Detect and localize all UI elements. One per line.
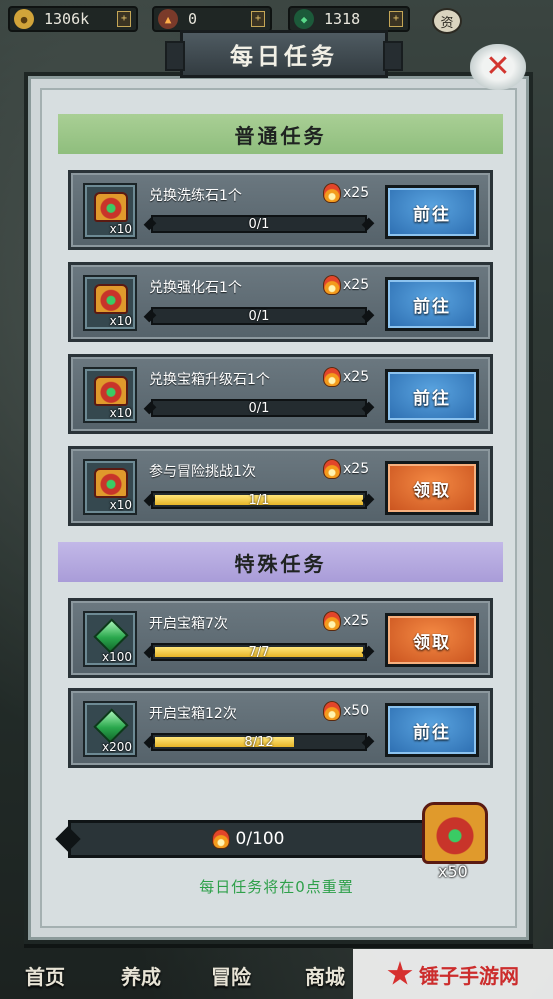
flame-icon	[323, 459, 341, 479]
coin-icon: ●	[14, 9, 34, 29]
item-qty: x10	[109, 222, 132, 236]
chest-icon	[94, 376, 128, 406]
flame-icon	[323, 183, 341, 203]
special-tasks-header: 特殊任务	[58, 542, 503, 582]
go-button[interactable]: 前往	[385, 185, 479, 239]
coin-value: 1306k	[44, 10, 90, 28]
dialog-title-plate: 每日任务	[165, 30, 403, 78]
total-reward-chest[interactable]: x50	[416, 796, 496, 886]
task-reward: x50	[323, 701, 369, 721]
task-progress-bar: 1/1	[151, 491, 367, 509]
nav-adventure[interactable]: 冒险	[196, 961, 266, 997]
reward-item[interactable]: x10	[83, 367, 137, 423]
task-progress-bar: 7/7	[151, 643, 367, 661]
go-button[interactable]: 前往	[385, 369, 479, 423]
gem-icon: ◆	[294, 9, 314, 29]
chest-icon	[94, 468, 128, 498]
progress-text: 7/7	[248, 644, 270, 660]
item-qty: x100	[101, 650, 132, 664]
reward-qty: x25	[343, 613, 370, 629]
flame-icon	[323, 611, 341, 631]
reward-item[interactable]: x100	[83, 611, 137, 667]
task-card: x10 参与冒险挑战1次 x25 1/1 领取	[68, 446, 493, 526]
chest-icon	[422, 802, 488, 864]
reward-qty: x25	[343, 461, 370, 477]
gem-value: 1318	[324, 10, 361, 28]
go-button[interactable]: 前往	[385, 703, 479, 757]
fire-value: 0	[188, 10, 198, 28]
flame-icon	[323, 367, 341, 387]
task-reward: x25	[323, 611, 369, 631]
close-icon: ✕	[485, 49, 511, 84]
reward-item[interactable]: x200	[83, 701, 137, 757]
task-reward: x25	[323, 459, 369, 479]
watermark-text: 锤子手游网	[419, 963, 519, 988]
task-name: 开启宝箱7次	[149, 616, 228, 632]
chest-icon	[94, 192, 128, 222]
chest-icon	[94, 284, 128, 314]
task-card: x10 兑换强化石1个 x25 0/1 前往	[68, 262, 493, 342]
gem-counter: ◆ 1318 +	[288, 6, 410, 32]
reset-note: 每日任务将在0点重置	[199, 878, 354, 896]
task-reward: x25	[323, 183, 369, 203]
flame-icon	[323, 701, 341, 721]
dialog-title: 每日任务	[230, 44, 338, 70]
watermark-logo: 锤子手游网	[353, 949, 553, 999]
flame-icon: ▲	[158, 9, 178, 29]
claim-button[interactable]: 领取	[385, 461, 479, 515]
reward-qty: x25	[343, 369, 370, 385]
progress-text: 0/1	[248, 216, 270, 232]
nav-shop[interactable]: 商城	[290, 961, 360, 997]
task-progress-bar: 0/1	[151, 307, 367, 325]
nav-home[interactable]: 首页	[10, 961, 80, 997]
total-progress-bar: 0/100	[68, 820, 428, 858]
task-progress-bar: 0/1	[151, 399, 367, 417]
close-button[interactable]: ✕	[470, 44, 526, 90]
task-reward: x25	[323, 367, 369, 387]
coin-add-button[interactable]: +	[117, 11, 131, 27]
item-qty: x200	[101, 740, 132, 754]
item-qty: x10	[109, 314, 132, 328]
claim-button[interactable]: 领取	[385, 613, 479, 667]
go-button[interactable]: 前往	[385, 277, 479, 331]
total-progress-text: 0/100	[235, 829, 285, 849]
item-qty: x10	[109, 406, 132, 420]
task-name: 兑换强化石1个	[149, 280, 242, 296]
reward-item[interactable]: x10	[83, 459, 137, 515]
task-name: 参与冒险挑战1次	[149, 464, 256, 480]
task-progress-bar: 8/12	[151, 733, 367, 751]
reward-qty: x50	[343, 703, 370, 719]
gem-icon	[93, 708, 129, 744]
item-qty: x10	[109, 498, 132, 512]
progress-text: 8/12	[244, 734, 274, 750]
reward-qty: x25	[343, 277, 370, 293]
normal-tasks-header: 普通任务	[58, 114, 503, 154]
resource-bar: ● 1306k + ▲ 0 + ◆ 1318 + 资	[0, 4, 553, 34]
task-reward: x25	[323, 275, 369, 295]
task-card: x10 兑换洗练石1个 x25 0/1 前往	[68, 170, 493, 250]
flame-icon	[211, 829, 230, 849]
gem-add-button[interactable]: +	[389, 11, 403, 27]
task-card: x100 开启宝箱7次 x25 7/7 领取	[68, 598, 493, 678]
fire-add-button[interactable]: +	[251, 11, 265, 27]
progress-text: 0/1	[248, 400, 270, 416]
progress-text: 0/1	[248, 308, 270, 324]
task-name: 兑换洗练石1个	[149, 188, 242, 204]
fire-counter: ▲ 0 +	[152, 6, 272, 32]
task-name: 兑换宝箱升级石1个	[149, 372, 270, 388]
task-card: x10 兑换宝箱升级石1个 x25 0/1 前往	[68, 354, 493, 434]
gem-icon	[93, 618, 129, 654]
coin-counter: ● 1306k +	[8, 6, 138, 32]
task-progress-bar: 0/1	[151, 215, 367, 233]
resource-badge[interactable]: 资	[432, 8, 462, 34]
reward-qty: x25	[343, 185, 370, 201]
progress-text: 1/1	[248, 492, 270, 508]
nav-train[interactable]: 养成	[106, 961, 176, 997]
task-name: 开启宝箱12次	[149, 706, 237, 722]
task-card: x200 开启宝箱12次 x50 8/12 前往	[68, 688, 493, 768]
flame-icon	[323, 275, 341, 295]
reward-item[interactable]: x10	[83, 183, 137, 239]
star-icon	[387, 961, 413, 985]
reward-item[interactable]: x10	[83, 275, 137, 331]
